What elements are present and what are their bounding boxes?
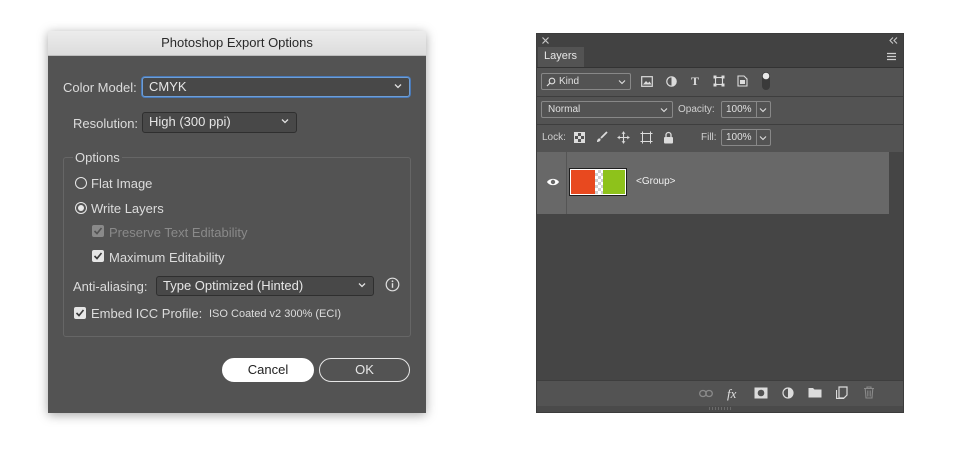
color-model-label: Color Model: bbox=[63, 80, 137, 95]
grip-icon bbox=[709, 407, 731, 410]
max-editability-checkbox[interactable] bbox=[92, 250, 104, 262]
smart-object-filter-icon[interactable] bbox=[737, 75, 748, 87]
chevron-down-icon bbox=[281, 119, 289, 124]
adjustment-filter-icon[interactable] bbox=[666, 76, 677, 87]
collapse-icon[interactable] bbox=[888, 36, 898, 45]
adjustment-layer-icon[interactable] bbox=[782, 387, 794, 399]
export-options-dialog: Photoshop Export Options Color Model: CM… bbox=[48, 31, 426, 413]
embed-icc-checkbox[interactable] bbox=[74, 307, 86, 319]
dialog-title: Photoshop Export Options bbox=[48, 31, 426, 56]
artboard-lock-icon[interactable] bbox=[640, 131, 653, 144]
panel-bottom-bar: fx bbox=[537, 380, 903, 407]
layer-row[interactable]: <Group> bbox=[537, 152, 889, 214]
chevron-down-icon bbox=[358, 283, 366, 288]
panel-header-strip bbox=[537, 34, 903, 47]
flat-image-radio[interactable] bbox=[75, 177, 87, 189]
panel-tab-strip: Layers bbox=[537, 47, 903, 68]
color-model-select[interactable]: CMYK bbox=[142, 77, 410, 97]
filter-toggle-icon[interactable] bbox=[761, 71, 771, 91]
preserve-text-checkbox bbox=[92, 225, 104, 237]
ok-button[interactable]: OK bbox=[319, 358, 410, 382]
search-icon bbox=[546, 77, 556, 87]
fill-field[interactable]: 100% bbox=[721, 129, 771, 146]
blend-bar: Normal Opacity: 100% bbox=[537, 97, 903, 125]
scrollbar-track[interactable] bbox=[889, 152, 903, 214]
move-icon[interactable] bbox=[617, 131, 630, 144]
resolution-select[interactable]: High (300 ppi) bbox=[142, 112, 297, 133]
chevron-down-icon bbox=[759, 136, 767, 141]
lock-bar: Lock: Fill: 100% bbox=[537, 125, 903, 153]
checkmark-icon bbox=[93, 227, 103, 235]
close-icon[interactable] bbox=[541, 36, 550, 45]
new-layer-icon[interactable] bbox=[836, 386, 848, 399]
pixel-filter-icon[interactable] bbox=[641, 76, 653, 87]
visibility-divider bbox=[566, 152, 567, 214]
opacity-label: Opacity: bbox=[678, 104, 715, 115]
eye-icon[interactable] bbox=[546, 177, 560, 187]
chevron-down-icon bbox=[618, 80, 626, 85]
filter-kind-select[interactable]: Kind bbox=[541, 73, 631, 90]
opacity-field[interactable]: 100% bbox=[721, 101, 771, 118]
lock-icon[interactable] bbox=[663, 131, 674, 144]
fill-label: Fill: bbox=[701, 132, 717, 143]
link-icon[interactable] bbox=[699, 389, 713, 398]
field-divider bbox=[756, 130, 757, 145]
chevron-down-icon bbox=[759, 108, 767, 113]
type-filter-icon[interactable]: T bbox=[689, 74, 701, 89]
write-layers-radio[interactable] bbox=[75, 202, 87, 214]
cancel-button[interactable]: Cancel bbox=[222, 358, 314, 382]
field-divider bbox=[756, 102, 757, 117]
thumbnail-orange-block bbox=[571, 170, 595, 194]
embed-icc-label[interactable]: Embed ICC Profile: bbox=[91, 306, 202, 321]
chevron-down-icon bbox=[394, 84, 402, 89]
chevron-down-icon bbox=[660, 108, 668, 113]
panel-menu-icon[interactable] bbox=[886, 52, 897, 61]
layers-panel: Layers Kind T Normal Opacity: 100% Lock: bbox=[536, 33, 904, 413]
fill-value: 100% bbox=[726, 132, 752, 143]
shape-filter-icon[interactable] bbox=[713, 75, 725, 87]
blend-mode-select[interactable]: Normal bbox=[541, 101, 673, 118]
max-editability-label[interactable]: Maximum Editability bbox=[109, 250, 225, 265]
anti-aliasing-label: Anti-aliasing: bbox=[73, 279, 148, 294]
resolution-label: Resolution: bbox=[73, 116, 139, 131]
trash-icon[interactable] bbox=[863, 386, 875, 399]
filter-kind-value: Kind bbox=[559, 76, 580, 87]
thumbnail-transparency bbox=[595, 170, 603, 194]
panel-resize-handle[interactable] bbox=[537, 406, 903, 412]
info-icon[interactable] bbox=[385, 277, 400, 292]
lock-label: Lock: bbox=[542, 132, 566, 143]
color-model-value: CMYK bbox=[149, 79, 187, 94]
anti-aliasing-select[interactable]: Type Optimized (Hinted) bbox=[156, 276, 374, 296]
filter-bar: Kind T bbox=[537, 68, 903, 97]
preserve-text-label: Preserve Text Editability bbox=[109, 225, 248, 240]
resolution-value: High (300 ppi) bbox=[149, 114, 231, 129]
folder-icon[interactable] bbox=[808, 387, 822, 398]
tab-layers[interactable]: Layers bbox=[538, 47, 584, 67]
thumbnail-green-block bbox=[603, 170, 625, 194]
brush-icon[interactable] bbox=[596, 131, 608, 143]
blend-mode-value: Normal bbox=[548, 104, 581, 115]
checkmark-icon bbox=[93, 252, 103, 260]
write-layers-label[interactable]: Write Layers bbox=[91, 201, 164, 216]
opacity-value: 100% bbox=[726, 104, 752, 115]
fx-icon[interactable]: fx bbox=[727, 386, 736, 402]
flat-image-label[interactable]: Flat Image bbox=[91, 176, 152, 191]
lock-transparency-icon[interactable] bbox=[574, 132, 585, 143]
layer-mask-icon[interactable] bbox=[754, 387, 768, 399]
checkmark-icon bbox=[75, 309, 85, 317]
icc-profile-name: ISO Coated v2 300% (ECI) bbox=[209, 308, 342, 320]
layer-thumbnail[interactable] bbox=[569, 168, 627, 196]
anti-aliasing-value: Type Optimized (Hinted) bbox=[163, 278, 304, 293]
layer-name[interactable]: <Group> bbox=[636, 176, 675, 187]
options-title: Options bbox=[73, 150, 122, 165]
